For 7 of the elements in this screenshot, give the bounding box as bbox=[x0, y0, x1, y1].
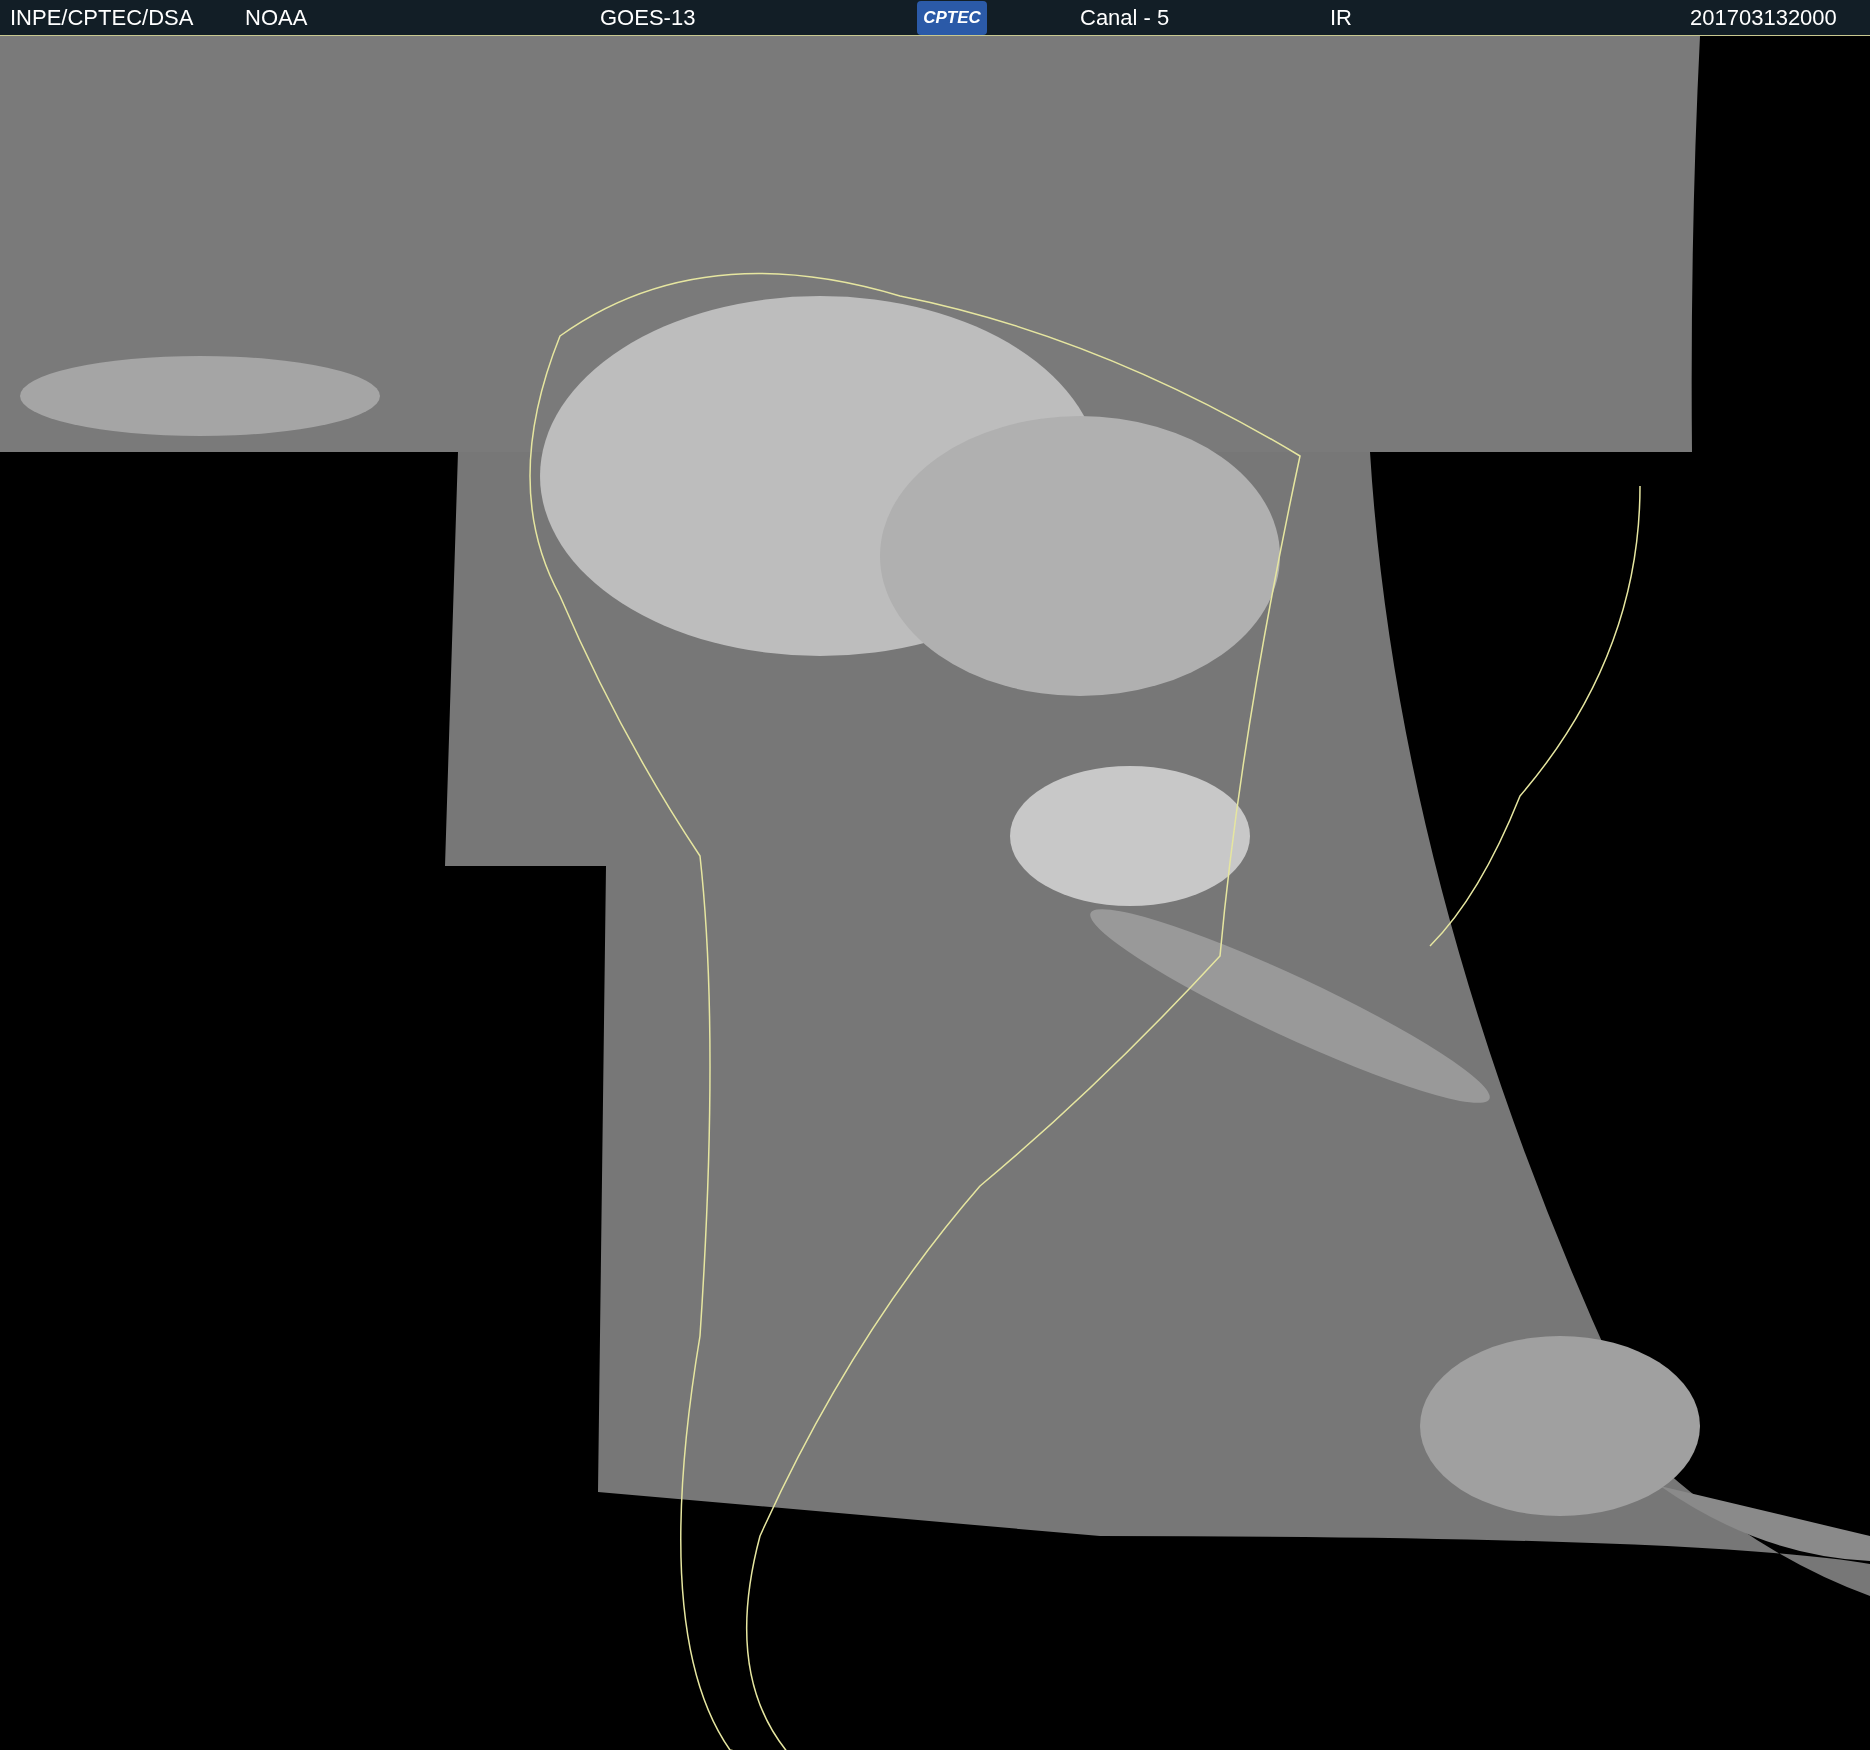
source-label: INPE/CPTEC/DSA bbox=[10, 4, 195, 32]
satellite-label: GOES-13 bbox=[600, 4, 697, 32]
band-label: IR bbox=[1330, 4, 1353, 32]
channel-label: Canal - 5 bbox=[1080, 4, 1171, 32]
timestamp-label: 201703132000 bbox=[1690, 4, 1837, 32]
logo: CPTEC bbox=[917, 0, 987, 35]
agency-label: NOAA bbox=[245, 4, 309, 32]
